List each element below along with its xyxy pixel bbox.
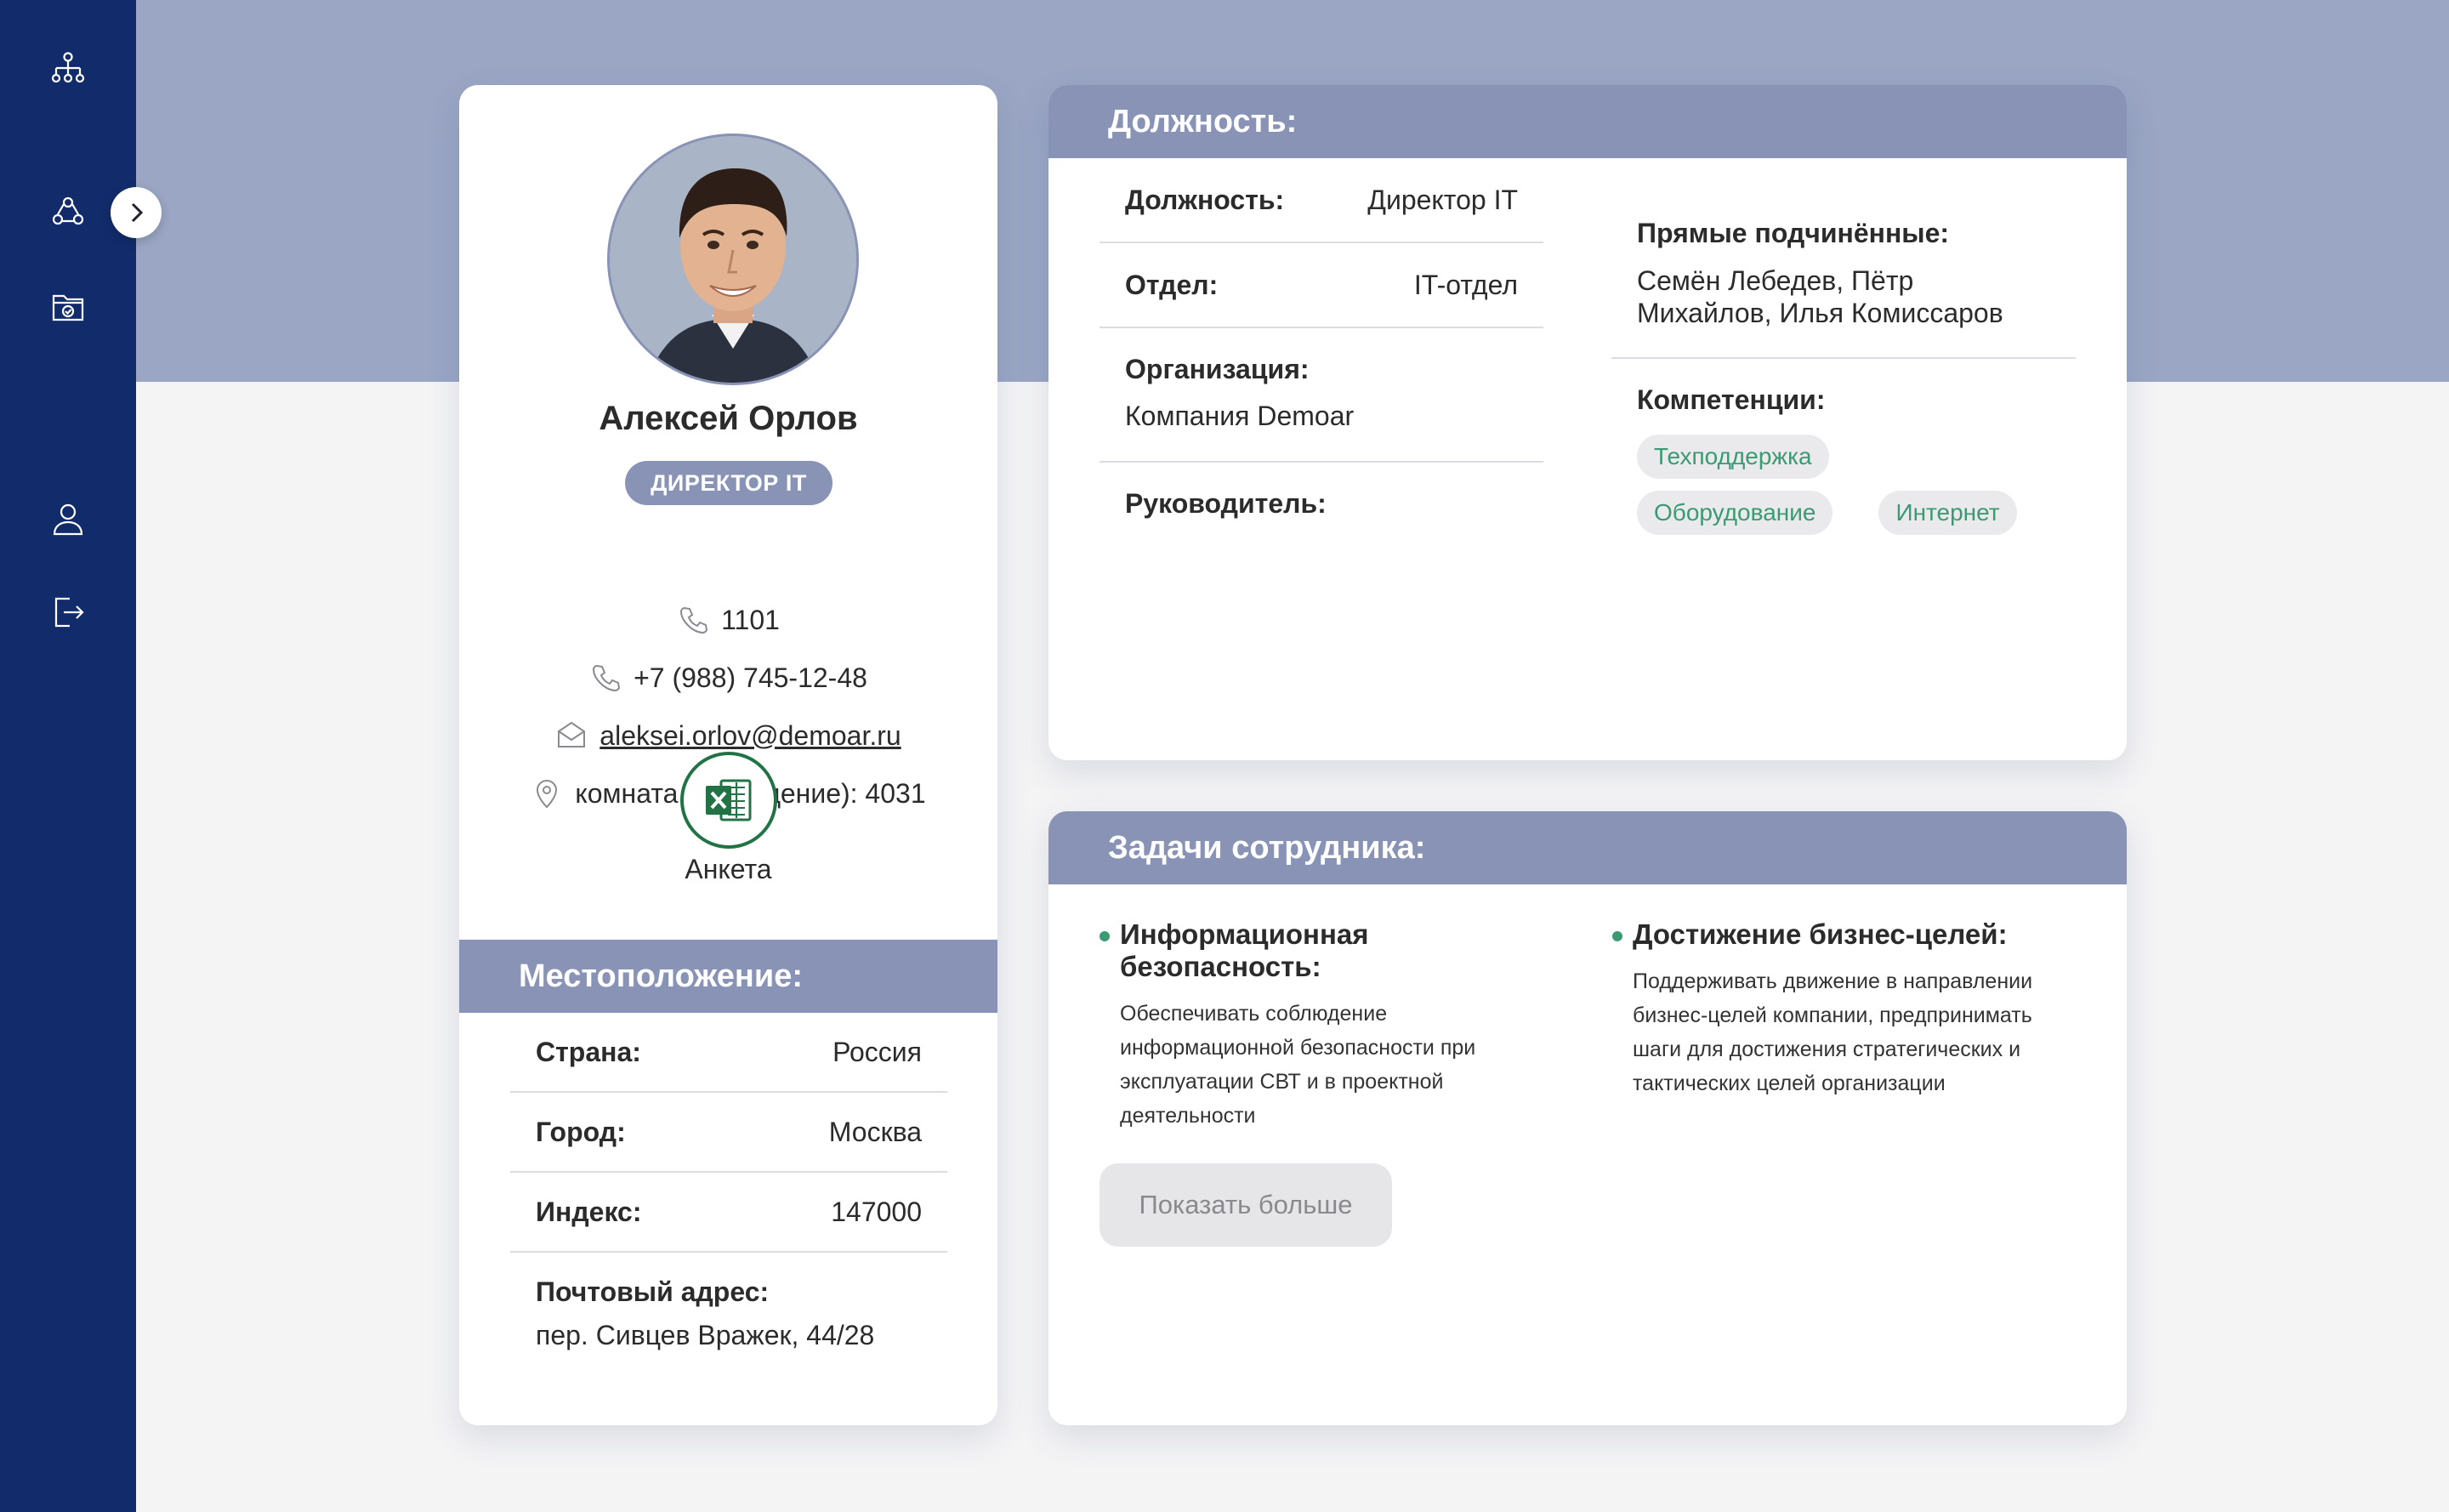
task-title: Информационная безопасность: <box>1099 918 1542 983</box>
postal-address: Почтовый адрес: пер. Сивцев Вражек, 44/2… <box>510 1253 947 1351</box>
position-row-title: Должность: Директор IT <box>1099 158 1543 243</box>
role-badge: ДИРЕКТОР IT <box>625 461 832 505</box>
tasks-title: Задачи сотрудника: <box>1048 811 2127 884</box>
groups-icon[interactable] <box>48 192 88 233</box>
ext-row: 1101 <box>459 604 997 636</box>
organization-label: Организация: <box>1125 354 1310 384</box>
ext-number: 1101 <box>721 604 780 635</box>
manager-label: Руководитель: <box>1125 488 1327 519</box>
email-row: aleksei.orlov@demoar.ru <box>459 719 997 752</box>
documents-icon[interactable] <box>48 286 88 327</box>
email-link[interactable]: aleksei.orlov@demoar.ru <box>599 720 901 752</box>
chevron-right-icon <box>131 202 144 223</box>
task-description: Обеспечивать соблюдение информационной б… <box>1120 1002 1476 1128</box>
phone-icon <box>680 606 708 634</box>
manager-block: Руководитель: <box>1099 463 1543 597</box>
show-more-button[interactable]: Показать больше <box>1099 1163 1392 1247</box>
competency-chip[interactable]: Оборудование <box>1637 491 1833 535</box>
location-value: Россия <box>832 1036 922 1067</box>
subordinates-value: Семён Лебедев, Пётр Михайлов, Илья Комис… <box>1637 265 2003 328</box>
team-details: Прямые подчинённые: Семён Лебедев, Пётр … <box>1611 158 2076 535</box>
expand-sidebar-button[interactable] <box>111 187 162 238</box>
organization-block: Организация: Компания Demoar <box>1099 328 1543 463</box>
position-label: Должность: <box>1125 184 1285 215</box>
excel-form-button[interactable] <box>680 752 777 849</box>
position-card: Должность: Должность: Директор IT Отдел:… <box>1048 85 2127 760</box>
competency-chips: Техподдержка Оборудование Интернет <box>1637 435 2037 535</box>
competencies-label: Компетенции: <box>1637 384 1826 415</box>
postal-address-value: пер. Сивцев Вражек, 44/28 <box>536 1320 875 1350</box>
location-label: Город: <box>536 1116 626 1147</box>
person-name: Алексей Орлов <box>599 400 858 437</box>
location-pin-icon <box>537 780 558 809</box>
task-title: Достижение бизнес-целей: <box>1612 918 2054 951</box>
org-structure-icon[interactable] <box>48 48 88 88</box>
location-table: Страна: Россия Город: Москва Индекс: 147… <box>510 1013 947 1351</box>
position-value: Директор IT <box>1367 184 1518 215</box>
position-details: Должность: Директор IT Отдел: IT-отдел О… <box>1099 158 1543 597</box>
location-value: 147000 <box>831 1196 922 1227</box>
location-label: Индекс: <box>536 1196 642 1227</box>
location-value: Москва <box>828 1116 922 1147</box>
subordinates-label: Прямые подчинённые: <box>1637 218 1950 248</box>
task-item: Информационная безопасность: Обеспечиват… <box>1099 918 1542 1133</box>
organization-value: Компания Demoar <box>1125 401 1355 431</box>
excel-form-label: Анкета <box>685 854 772 884</box>
competencies-block: Компетенции: Техподдержка Оборудование И… <box>1611 359 2076 535</box>
task-item: Достижение бизнес-целей: Поддерживать дв… <box>1612 918 2054 1100</box>
position-row-department: Отдел: IT-отдел <box>1099 243 1543 328</box>
user-icon[interactable] <box>48 498 88 539</box>
envelope-icon <box>558 721 586 747</box>
department-value: IT-отдел <box>1413 269 1518 300</box>
location-row-country: Страна: Россия <box>510 1013 947 1093</box>
excel-icon <box>706 779 752 821</box>
tasks-card: Задачи сотрудника: Информационная безопа… <box>1048 811 2127 1425</box>
location-label: Страна: <box>536 1036 641 1067</box>
location-row-city: Город: Москва <box>510 1093 947 1173</box>
postal-address-label: Почтовый адрес: <box>536 1276 770 1307</box>
phone-number[interactable]: +7 (988) 745-12-48 <box>634 662 867 694</box>
location-section: Местоположение: <box>459 940 997 1013</box>
competency-chip[interactable]: Техподдержка <box>1637 435 1829 479</box>
position-title: Должность: <box>1048 85 2127 158</box>
profile-card: Алексей Орлов ДИРЕКТОР IT 1101 +7 (988) … <box>459 85 997 1425</box>
logout-icon[interactable] <box>48 592 88 633</box>
phone-icon <box>593 664 621 692</box>
task-description: Поддерживать движение в направлении бизн… <box>1633 969 2033 1095</box>
phone-row: +7 (988) 745-12-48 <box>459 662 997 694</box>
subordinates-block: Прямые подчинённые: Семён Лебедев, Пётр … <box>1611 158 2076 359</box>
competency-chip[interactable]: Интернет <box>1878 491 2017 535</box>
avatar <box>610 136 856 383</box>
location-row-index: Индекс: 147000 <box>510 1173 947 1253</box>
department-label: Отдел: <box>1125 269 1219 300</box>
location-title: Местоположение: <box>459 940 997 1013</box>
